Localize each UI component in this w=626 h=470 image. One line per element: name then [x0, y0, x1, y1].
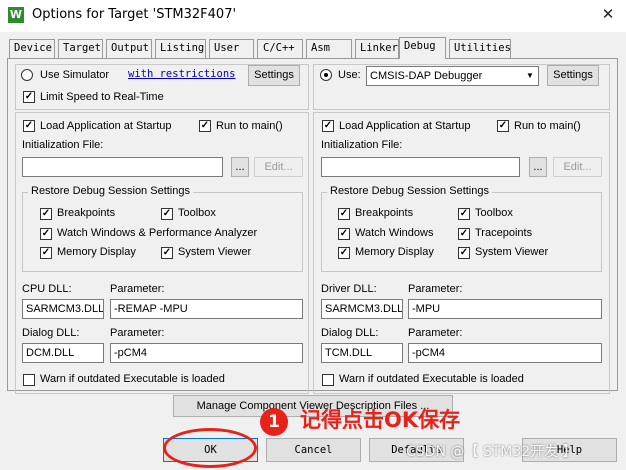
tab-asm[interactable]: Asm — [306, 39, 352, 58]
left-system-viewer-label: System Viewer — [178, 246, 252, 258]
driver-parameter-input[interactable]: -MPU — [408, 299, 602, 319]
watermark: CSDN @【 STM32开发 】 — [406, 444, 577, 460]
left-watch-windows-label: Watch Windows & Performance Analyzer — [57, 227, 258, 239]
left-toolbox-checkbox[interactable]: ✓ — [161, 208, 173, 220]
right-breakpoints-checkbox[interactable]: ✓ — [338, 208, 350, 220]
left-watch-windows-checkbox[interactable]: ✓ — [40, 228, 52, 240]
tab-debug[interactable]: Debug — [399, 37, 446, 59]
cpu-dll-label: CPU DLL: — [22, 283, 72, 295]
left-dialog-parameter-label: Parameter: — [110, 327, 165, 339]
annotation-step-badge: 1 — [260, 408, 288, 436]
right-dialog-dll-input[interactable]: TCM.DLL — [321, 343, 403, 363]
right-toolbox-checkbox[interactable]: ✓ — [458, 208, 470, 220]
left-run-to-main-label: Run to main() — [216, 120, 283, 132]
left-dialog-dll-label: Dialog DLL: — [22, 327, 80, 339]
right-dialog-dll-label: Dialog DLL: — [321, 327, 379, 339]
left-warn-outdated-checkbox[interactable] — [23, 374, 35, 386]
use-simulator-label: Use Simulator — [40, 69, 110, 81]
right-warn-outdated-label: Warn if outdated Executable is loaded — [339, 373, 524, 385]
right-dialog-parameter-label: Parameter: — [408, 327, 463, 339]
right-run-to-main-label: Run to main() — [514, 120, 581, 132]
right-watch-windows-label: Watch Windows — [355, 227, 434, 239]
left-restore-group-title: Restore Debug Session Settings — [28, 185, 193, 197]
right-dialog-parameter-input[interactable]: -pCM4 — [408, 343, 602, 363]
debugger-select-value: CMSIS-DAP Debugger — [370, 70, 483, 82]
right-browse-button[interactable]: ... — [529, 157, 547, 177]
right-edit-button[interactable]: Edit... — [553, 157, 602, 177]
right-memory-display-checkbox[interactable]: ✓ — [338, 247, 350, 259]
tab-output[interactable]: Output — [106, 39, 152, 58]
left-dialog-dll-input[interactable]: DCM.DLL — [22, 343, 104, 363]
left-memory-display-checkbox[interactable]: ✓ — [40, 247, 52, 259]
driver-dll-input[interactable]: SARMCM3.DLL — [321, 299, 403, 319]
tab-device[interactable]: Device — [9, 39, 55, 58]
tab-utilities[interactable]: Utilities — [449, 39, 511, 58]
cancel-button[interactable]: Cancel — [266, 438, 361, 462]
left-browse-button[interactable]: ... — [231, 157, 249, 177]
right-restore-group-title: Restore Debug Session Settings — [327, 185, 492, 197]
right-warn-outdated-checkbox[interactable] — [322, 374, 334, 386]
tab-linker[interactable]: Linker — [355, 39, 399, 58]
use-debugger-radio[interactable] — [320, 69, 332, 81]
right-system-viewer-label: System Viewer — [475, 246, 549, 258]
tab-listing[interactable]: Listing — [155, 39, 206, 58]
left-system-viewer-checkbox[interactable]: ✓ — [161, 247, 173, 259]
chevron-down-icon[interactable]: ▼ — [522, 67, 538, 85]
use-debugger-label: Use: — [338, 69, 361, 81]
left-toolbox-label: Toolbox — [178, 207, 216, 219]
driver-parameter-label: Parameter: — [408, 283, 463, 295]
left-load-app-checkbox[interactable]: ✓ — [23, 120, 35, 132]
left-init-file-label: Initialization File: — [22, 139, 104, 151]
left-breakpoints-label: Breakpoints — [57, 207, 116, 219]
right-load-app-checkbox[interactable]: ✓ — [322, 120, 334, 132]
left-memory-display-label: Memory Display — [57, 246, 136, 258]
tab-target[interactable]: Target — [58, 39, 103, 58]
right-toolbox-label: Toolbox — [475, 207, 513, 219]
left-breakpoints-checkbox[interactable]: ✓ — [40, 208, 52, 220]
right-load-app-label: Load Application at Startup — [339, 120, 471, 132]
left-load-app-label: Load Application at Startup — [40, 120, 172, 132]
right-breakpoints-label: Breakpoints — [355, 207, 414, 219]
tab-user[interactable]: User — [209, 39, 254, 58]
left-dialog-parameter-input[interactable]: -pCM4 — [110, 343, 303, 363]
left-edit-button[interactable]: Edit... — [254, 157, 303, 177]
title-bar: W Options for Target 'STM32F407' ✕ — [0, 0, 626, 32]
right-init-file-input[interactable] — [321, 157, 520, 177]
right-tracepoints-checkbox[interactable]: ✓ — [458, 228, 470, 240]
cpu-dll-input[interactable]: SARMCM3.DLL — [22, 299, 104, 319]
ok-highlight-ellipse — [163, 428, 257, 468]
close-icon[interactable]: ✕ — [594, 2, 622, 28]
cpu-parameter-input[interactable]: -REMAP -MPU — [110, 299, 303, 319]
debugger-settings-button[interactable]: Settings — [547, 65, 599, 86]
debugger-select[interactable]: CMSIS-DAP Debugger ▼ — [366, 66, 539, 86]
app-icon: W — [8, 7, 24, 23]
right-run-to-main-checkbox[interactable]: ✓ — [497, 120, 509, 132]
left-run-to-main-checkbox[interactable]: ✓ — [199, 120, 211, 132]
window-title: Options for Target 'STM32F407' — [32, 7, 237, 22]
right-watch-windows-checkbox[interactable]: ✓ — [338, 228, 350, 240]
annotation-text: 记得点击OK保存 — [300, 408, 461, 432]
left-warn-outdated-label: Warn if outdated Executable is loaded — [40, 373, 225, 385]
simulator-settings-button[interactable]: Settings — [248, 65, 300, 86]
right-init-file-label: Initialization File: — [321, 139, 403, 151]
with-restrictions-link[interactable]: with restrictions — [128, 68, 235, 80]
use-simulator-radio[interactable] — [21, 69, 33, 81]
right-system-viewer-checkbox[interactable]: ✓ — [458, 247, 470, 259]
limit-speed-checkbox[interactable]: ✓ — [23, 91, 35, 103]
left-init-file-input[interactable] — [22, 157, 223, 177]
right-tracepoints-label: Tracepoints — [475, 227, 533, 239]
tab-c-cpp[interactable]: C/C++ — [257, 39, 303, 58]
cpu-parameter-label: Parameter: — [110, 283, 165, 295]
driver-dll-label: Driver DLL: — [321, 283, 377, 295]
limit-speed-label: Limit Speed to Real-Time — [40, 91, 164, 103]
right-memory-display-label: Memory Display — [355, 246, 434, 258]
